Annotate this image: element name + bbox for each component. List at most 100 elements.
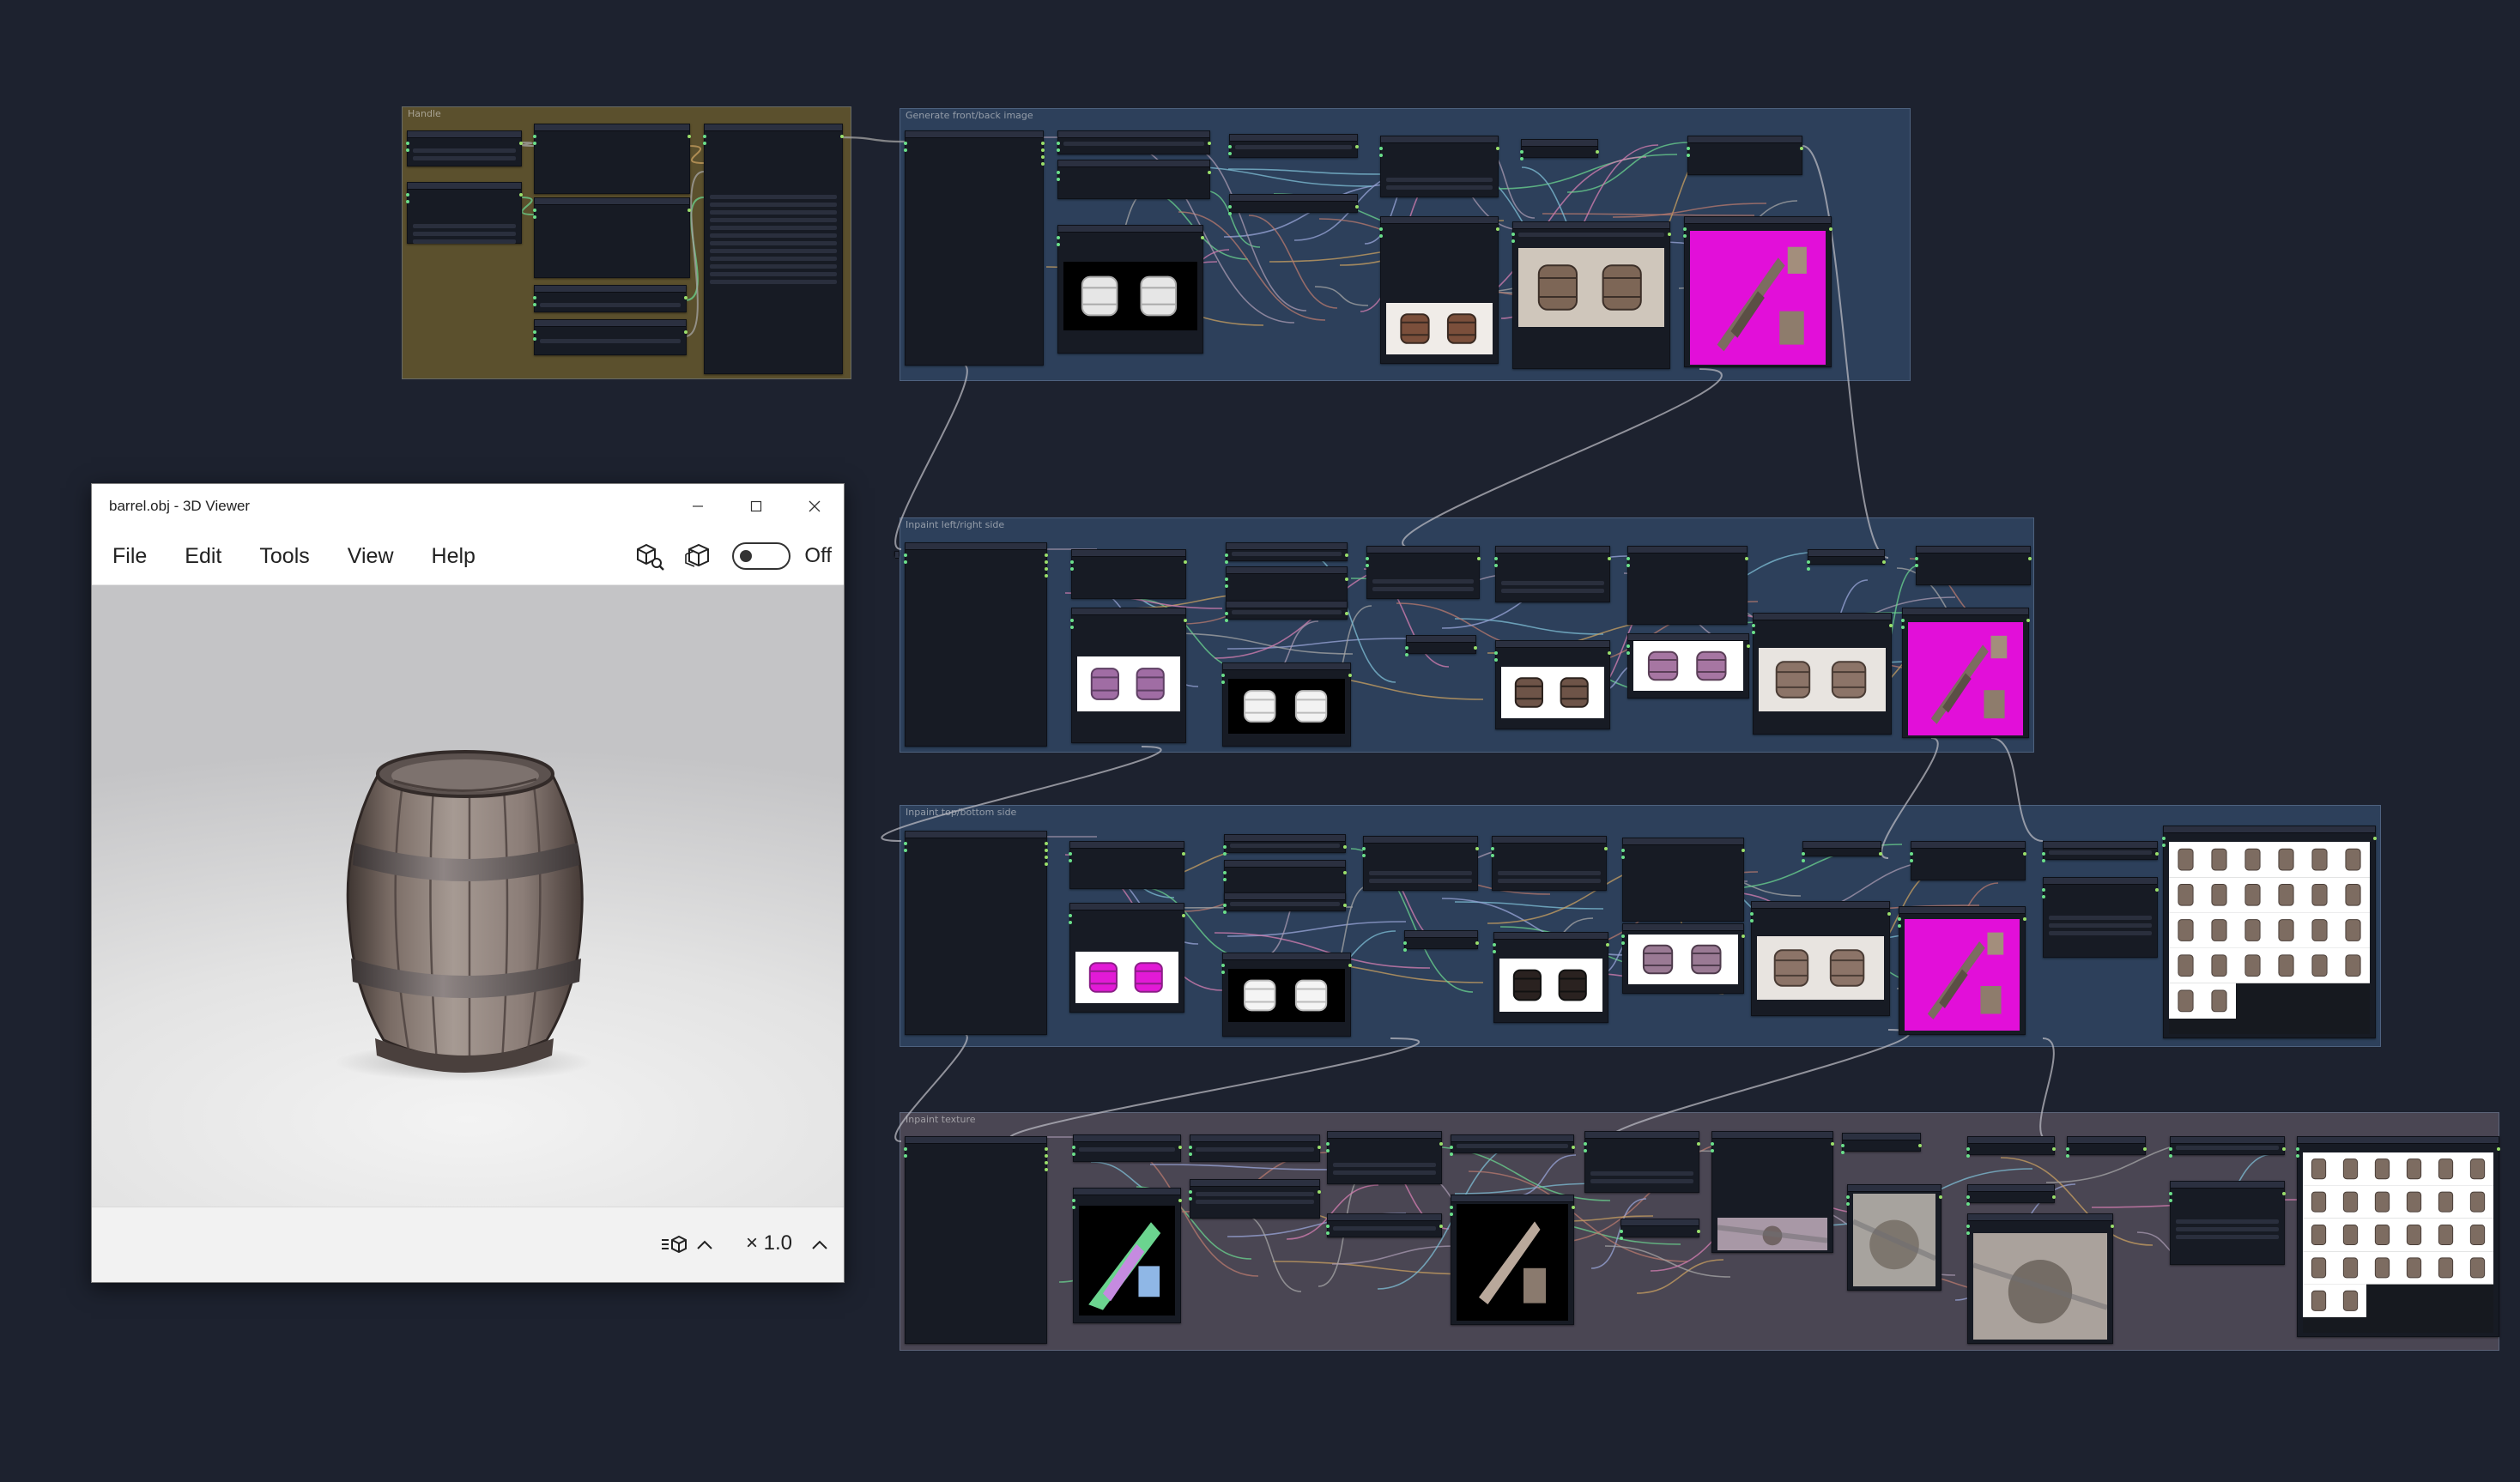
input-slot[interactable] <box>1225 584 1228 588</box>
output-slot[interactable] <box>1045 1161 1048 1164</box>
node-widget[interactable] <box>710 249 837 253</box>
input-slot[interactable] <box>1626 564 1630 567</box>
output-slot[interactable] <box>1475 941 1479 945</box>
node-widget[interactable] <box>710 233 837 238</box>
node-title-bar[interactable] <box>1227 543 1347 550</box>
graph-node[interactable] <box>1494 640 1611 729</box>
output-slot[interactable] <box>2282 1192 2286 1195</box>
toggle-switch[interactable] <box>732 542 791 570</box>
graph-node[interactable] <box>2042 841 2159 862</box>
input-slot[interactable] <box>1807 560 1810 564</box>
node-title-bar[interactable] <box>1364 837 1477 844</box>
node-title-bar[interactable] <box>1848 1185 1941 1192</box>
input-slot[interactable] <box>1366 564 1369 567</box>
output-slot[interactable] <box>1939 1195 1942 1199</box>
input-slot[interactable] <box>1223 845 1227 849</box>
node-title-bar[interactable] <box>1225 861 1345 868</box>
node-title-bar[interactable] <box>906 131 1043 138</box>
input-slot[interactable] <box>1621 856 1625 859</box>
graph-node[interactable] <box>1966 1136 2056 1158</box>
input-slot[interactable] <box>1326 1142 1330 1146</box>
input-slot[interactable] <box>1901 619 1905 622</box>
minimize-button[interactable] <box>669 484 727 528</box>
graph-node[interactable] <box>1189 1134 1321 1162</box>
output-slot[interactable] <box>1800 147 1803 150</box>
output-slot[interactable] <box>1041 142 1045 145</box>
output-slot[interactable] <box>2052 1147 2056 1151</box>
output-slot[interactable] <box>1829 227 1832 231</box>
node-widget[interactable] <box>413 224 516 228</box>
graph-node[interactable] <box>1711 1131 1834 1253</box>
node-title-bar[interactable] <box>705 124 842 131</box>
node-title-bar[interactable] <box>1230 135 1357 142</box>
input-slot[interactable] <box>1750 912 1754 916</box>
output-slot[interactable] <box>1343 871 1347 874</box>
node-widget[interactable] <box>413 232 516 236</box>
node-widget[interactable] <box>413 148 516 153</box>
graph-node[interactable] <box>1841 1133 1922 1154</box>
graph-node[interactable] <box>1846 1184 1942 1291</box>
input-slot[interactable] <box>1072 1206 1075 1209</box>
input-slot[interactable] <box>1750 919 1754 922</box>
input-slot[interactable] <box>406 193 409 197</box>
graph-node[interactable] <box>1621 838 1745 922</box>
input-slot[interactable] <box>1403 948 1407 952</box>
graph-node[interactable] <box>1750 901 1891 1016</box>
input-slot[interactable] <box>1626 651 1630 655</box>
output-slot[interactable] <box>2023 917 2026 921</box>
input-slot[interactable] <box>703 142 706 145</box>
input-slot[interactable] <box>1802 859 1805 862</box>
node-title-bar[interactable] <box>895 552 899 559</box>
node-title-bar[interactable] <box>535 286 686 293</box>
input-slot[interactable] <box>2162 844 2166 847</box>
group-title[interactable]: Generate front/back image <box>900 109 1910 123</box>
graph-node[interactable] <box>1584 1131 1700 1193</box>
node-title-bar[interactable] <box>1072 608 1185 615</box>
graph-node[interactable] <box>1626 633 1750 699</box>
graph-node[interactable] <box>1228 194 1359 215</box>
group-title[interactable]: Inpaint texture <box>900 1113 2499 1127</box>
graph-node[interactable] <box>1221 662 1352 747</box>
node-title-bar[interactable] <box>906 832 1046 838</box>
graph-node[interactable] <box>2296 1136 2500 1337</box>
output-slot[interactable] <box>1887 912 1891 916</box>
node-title-bar[interactable] <box>535 198 689 205</box>
input-slot[interactable] <box>1511 239 1515 243</box>
output-slot[interactable] <box>1345 612 1348 615</box>
input-slot[interactable] <box>1070 560 1074 564</box>
node-title-bar[interactable] <box>1058 160 1209 167</box>
input-slot[interactable] <box>1450 1213 1453 1216</box>
graph-node[interactable] <box>1070 608 1187 743</box>
input-slot[interactable] <box>1225 612 1228 615</box>
input-slot[interactable] <box>904 142 907 145</box>
lighting-icon[interactable] <box>660 1233 689 1255</box>
output-slot[interactable] <box>688 135 691 138</box>
graph-node[interactable] <box>904 1136 1048 1344</box>
node-widget[interactable] <box>1232 552 1342 556</box>
node-title-bar[interactable] <box>2298 1137 2499 1144</box>
graph-node[interactable] <box>1687 136 1803 175</box>
node-widget[interactable] <box>1333 1226 1436 1231</box>
node-widget[interactable] <box>710 241 837 245</box>
node-widget[interactable] <box>2049 916 2152 920</box>
input-slot[interactable] <box>1326 1231 1330 1235</box>
node-title-bar[interactable] <box>1367 547 1479 553</box>
node-title-bar[interactable] <box>1451 1195 1573 1202</box>
output-slot[interactable] <box>1045 567 1048 571</box>
node-widget[interactable] <box>540 339 681 343</box>
node-title-bar[interactable] <box>1803 842 1881 849</box>
3d-viewport[interactable] <box>92 585 844 1207</box>
input-slot[interactable] <box>2066 1147 2069 1151</box>
node-title-bar[interactable] <box>1808 550 1884 557</box>
node-widget[interactable] <box>1590 1179 1693 1183</box>
input-slot[interactable] <box>1901 626 1905 629</box>
input-slot[interactable] <box>2162 837 2166 840</box>
output-slot[interactable] <box>1041 162 1045 166</box>
node-widget[interactable] <box>1498 879 1601 883</box>
input-slot[interactable] <box>1223 878 1227 881</box>
input-slot[interactable] <box>1069 859 1072 862</box>
node-widget[interactable] <box>2176 1219 2279 1224</box>
input-slot[interactable] <box>1846 1202 1850 1206</box>
input-slot[interactable] <box>1910 852 1913 856</box>
node-title-bar[interactable] <box>1903 608 2028 615</box>
